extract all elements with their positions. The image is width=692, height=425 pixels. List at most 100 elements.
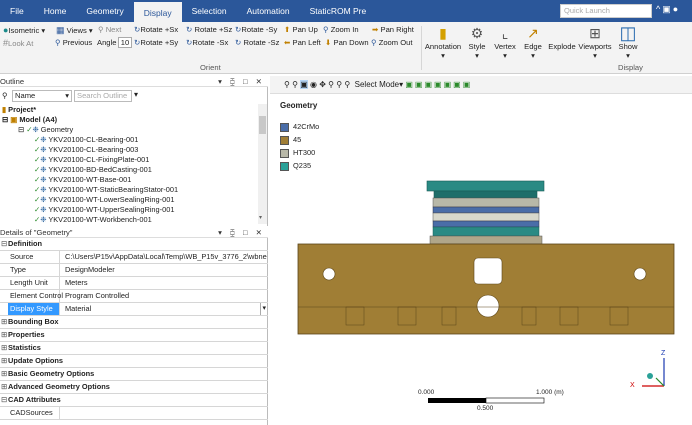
tab-geometry[interactable]: Geometry bbox=[76, 0, 133, 22]
expand-icon[interactable]: ⊞ bbox=[1, 381, 7, 393]
search-outline-input[interactable]: Search Outline bbox=[74, 90, 132, 102]
details-property-row[interactable]: Display Style Material ▾ bbox=[0, 303, 268, 316]
rotate-minus-sx-button[interactable]: ↻Rotate -Sx bbox=[186, 38, 228, 47]
tab-home[interactable]: Home bbox=[34, 0, 77, 22]
rotate-plus-sz-button[interactable]: ↻ Rotate +Sz bbox=[186, 25, 232, 34]
next-button[interactable]: ⚲ Next bbox=[98, 25, 121, 34]
window-controls[interactable]: ^▣● bbox=[656, 4, 680, 15]
zoom-box-icon[interactable]: ⚲ bbox=[292, 80, 298, 89]
tab-selection[interactable]: Selection bbox=[182, 0, 237, 22]
property-value[interactable]: Meters bbox=[62, 277, 267, 289]
viewports-button[interactable]: ⊞ Viewports ▾ bbox=[578, 24, 612, 60]
rotate-plus-sx-button[interactable]: ↻Rotate +Sx bbox=[134, 25, 178, 34]
property-value[interactable]: Program Controlled bbox=[62, 290, 267, 302]
viewports-icon: ⊞ bbox=[589, 25, 601, 41]
details-section-header[interactable]: ⊞ Advanced Geometry Options bbox=[0, 381, 268, 394]
details-property-row[interactable]: Source C:\Users\P15v\AppData\Local\Temp\W… bbox=[0, 251, 268, 264]
details-property-row[interactable]: Type DesignModeler bbox=[0, 264, 268, 277]
expand-icon[interactable]: ⊞ bbox=[1, 316, 7, 328]
filter-dropdown[interactable]: Name ▾ bbox=[12, 90, 72, 102]
show-button[interactable]: ◫ Show ▾ bbox=[616, 24, 640, 60]
pan-view-icon[interactable]: ✥ bbox=[319, 80, 326, 89]
zoom-out-icon[interactable]: ⚲ bbox=[344, 80, 350, 89]
tree-node-body[interactable]: ✓❉ YKV20100-WT-StaticBearingStator-001 bbox=[34, 185, 178, 195]
zoom-view-icon[interactable]: ⚲ bbox=[328, 80, 334, 89]
tree-node-body[interactable]: ✓❉ YKV20100-WT-UpperSealingRing-001 bbox=[34, 205, 174, 215]
dropdown-arrow-icon[interactable]: ▾ bbox=[260, 303, 266, 315]
vertex-button[interactable]: ⌞ Vertex ▾ bbox=[492, 24, 518, 60]
tree-node-project[interactable]: ▮ Project* bbox=[2, 105, 36, 115]
tree-node-body[interactable]: ✓❉ YKV20100-WT-Base-001 bbox=[34, 175, 131, 185]
tree-node-body[interactable]: ✓❉ YKV20100-CL-Bearing-001 bbox=[34, 135, 138, 145]
selection-filter-icons[interactable]: ▣▣▣▣▣▣▣ bbox=[405, 80, 472, 89]
rotate-minus-sz-button[interactable]: ↻ Rotate -Sz bbox=[235, 38, 279, 47]
zoom-out-button[interactable]: ⚲ Zoom Out bbox=[371, 38, 412, 47]
zoom-in-button[interactable]: ⚲ Zoom In bbox=[323, 25, 359, 34]
expand-icon[interactable]: ⊞ bbox=[1, 355, 7, 367]
details-property-row[interactable]: Length Unit Meters bbox=[0, 277, 268, 290]
details-section-header[interactable]: ⊞ Bounding Box bbox=[0, 316, 268, 329]
tree-node-body[interactable]: ✓❉ YKV20100-CL-Bearing-003 bbox=[34, 145, 138, 155]
pan-left-button[interactable]: ⬅ Pan Left bbox=[284, 38, 321, 47]
details-property-row[interactable]: Element Control Program Controlled bbox=[0, 290, 268, 303]
pan-up-button[interactable]: ⬆ Pan Up bbox=[284, 25, 318, 34]
details-section-header[interactable]: ⊟ CAD Attributes bbox=[0, 394, 268, 407]
property-name: Element Control bbox=[8, 290, 63, 302]
panel-controls[interactable]: ▾ ⧮ □ ✕ bbox=[218, 76, 265, 87]
tree-node-body[interactable]: ✓❉ YKV20100-WT-Workbench-001 bbox=[34, 215, 152, 225]
property-value[interactable]: DesignModeler bbox=[62, 264, 267, 276]
tree-node-model[interactable]: ⊟ ▣ Model (A4) bbox=[2, 115, 57, 125]
part-icon: ❉ bbox=[40, 135, 47, 144]
annotation-button[interactable]: ▮ Annotation ▾ bbox=[424, 24, 462, 60]
look-at-button[interactable]: #Look At bbox=[3, 38, 33, 48]
property-value[interactable]: Material bbox=[62, 303, 267, 315]
details-section-header[interactable]: ⊞ Properties bbox=[0, 329, 268, 342]
property-value[interactable] bbox=[62, 407, 267, 419]
tab-file[interactable]: File bbox=[0, 0, 34, 22]
rotate-minus-sy-button[interactable]: ↻Rotate -Sy bbox=[235, 25, 277, 34]
expand-icon[interactable]: ⊞ bbox=[1, 368, 7, 380]
expand-icon[interactable]: ⊞ bbox=[1, 342, 7, 354]
property-value[interactable]: C:\Users\P15v\AppData\Local\Temp\WB_P15v… bbox=[62, 251, 267, 263]
panel-controls[interactable]: ▾ ⧮ □ ✕ bbox=[218, 227, 265, 238]
details-section-header[interactable]: ⊞ Statistics bbox=[0, 342, 268, 355]
quick-launch-input[interactable]: Quick Launch bbox=[560, 4, 652, 18]
views-button[interactable]: ▦ Views ▾ bbox=[56, 25, 93, 36]
rotate-view-icon[interactable]: ◉ bbox=[310, 80, 317, 89]
mode-dropdown[interactable]: Mode▾ bbox=[379, 80, 403, 89]
style-button[interactable]: ⚙ Style ▾ bbox=[466, 24, 488, 60]
details-section-header[interactable]: ⊟ Definition bbox=[0, 238, 268, 251]
search-options-dropdown[interactable]: ▾ bbox=[134, 90, 138, 99]
tab-staticrom-pre[interactable]: StaticROM Pre bbox=[300, 0, 377, 22]
outline-scrollbar[interactable]: ▾ bbox=[258, 104, 267, 224]
tree-node-body[interactable]: ✓❉ YKV20100-WT-LowerSealingRing-001 bbox=[34, 195, 174, 205]
tab-display[interactable]: Display bbox=[133, 0, 182, 22]
tab-automation[interactable]: Automation bbox=[237, 0, 300, 22]
scrollbar-thumb[interactable] bbox=[259, 116, 266, 134]
tree-node-body[interactable]: ✓❉ YKV20100-CL-FixingPlate-001 bbox=[34, 155, 149, 165]
model-drawing[interactable] bbox=[270, 94, 692, 425]
explode-button[interactable]: Explode bbox=[547, 24, 577, 51]
details-section-header[interactable]: ⊞ Basic Geometry Options bbox=[0, 368, 268, 381]
select-label[interactable]: Select bbox=[355, 80, 377, 89]
pan-down-button[interactable]: ⬇ Pan Down bbox=[325, 38, 369, 47]
zoom-in-icon[interactable]: ⚲ bbox=[336, 80, 342, 89]
ribbon: ●Isometric ▾ ▦ Views ▾ #Look At ⚲ Next ⚲… bbox=[0, 22, 692, 74]
zoom-fit-icon[interactable]: ⚲ bbox=[284, 80, 290, 89]
angle-input[interactable]: 10 bbox=[118, 37, 132, 48]
isometric-button[interactable]: ●Isometric ▾ bbox=[3, 25, 45, 35]
details-property-row[interactable]: CADSources bbox=[0, 407, 268, 420]
pan-right-button[interactable]: ➡ Pan Right bbox=[372, 25, 414, 34]
previous-button[interactable]: ⚲ Previous bbox=[55, 38, 92, 47]
expand-icon[interactable]: ⊟ bbox=[1, 394, 7, 406]
expand-icon[interactable]: ⊞ bbox=[1, 329, 7, 341]
tree-node-geometry[interactable]: ⊟ ✓❉ Geometry bbox=[18, 125, 73, 135]
edge-button[interactable]: ↗ Edge ▾ bbox=[521, 24, 545, 60]
tree-node-label: YKV20100-WT-Base-001 bbox=[48, 175, 132, 184]
select-mode-icon[interactable]: ▣ bbox=[300, 80, 308, 89]
details-section-header[interactable]: ⊞ Update Options bbox=[0, 355, 268, 368]
rotate-plus-sy-button[interactable]: ↻Rotate +Sy bbox=[134, 38, 178, 47]
tree-node-body[interactable]: ✓❉ YKV20100-BD-BedCasting-001 bbox=[34, 165, 152, 175]
expand-icon[interactable]: ⊟ bbox=[1, 238, 7, 250]
scroll-down-icon[interactable]: ▾ bbox=[259, 214, 262, 221]
